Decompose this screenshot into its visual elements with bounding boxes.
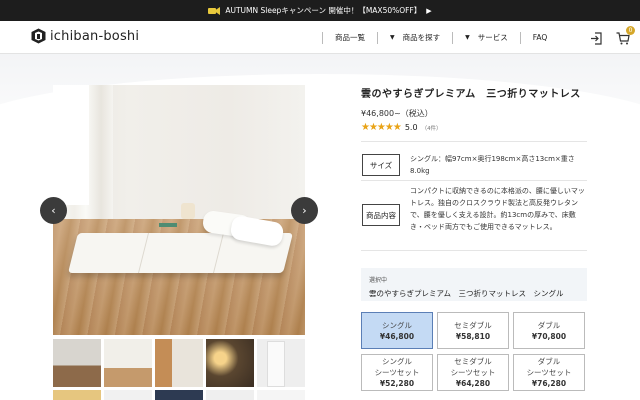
nav-label: サービス	[477, 33, 508, 42]
variant-name: シングル シーツセット	[374, 357, 420, 377]
mattress-seam	[213, 233, 224, 273]
gallery-next-button[interactable]: ›	[291, 197, 318, 224]
cart-count-badge: 0	[626, 26, 635, 35]
variant-price: ¥76,280	[531, 379, 567, 388]
site-header: ichiban-boshi 商品一覧 ▼ 商品を探す ▼ サービス FAQ 0	[0, 21, 640, 54]
promo-banner[interactable]: AUTUMN Sleepキャンペーン 開催中！【MAX50%OFF】 ▶	[0, 0, 640, 21]
variant-price: ¥70,800	[531, 331, 567, 341]
nav-divider	[377, 31, 378, 44]
product-title: 雲のやすらぎプレミアム 三つ折りマットレス	[361, 89, 581, 100]
product-details: 雲のやすらぎプレミアム 三つ折りマットレス ¥46,800~（税込） ★★★★★…	[361, 85, 587, 391]
thumbnail[interactable]	[53, 390, 101, 400]
review-count: （4件）	[421, 125, 442, 132]
login-icon[interactable]	[590, 30, 603, 49]
nav-item-faq[interactable]: FAQ	[533, 21, 548, 54]
caret-down-icon: ▼	[465, 34, 470, 41]
header-icons: 0	[590, 26, 635, 49]
content-label: 商品内容	[362, 204, 400, 226]
thumbnail[interactable]	[206, 339, 254, 387]
divider	[361, 250, 587, 251]
nav-divider	[452, 31, 454, 44]
variant-name: ダブル	[537, 320, 561, 330]
cart-icon[interactable]: 0	[616, 26, 635, 49]
logo-mark-icon	[31, 28, 46, 44]
product-price: ¥46,800~（税込）	[361, 109, 433, 118]
selected-value: 雲のやすらぎプレミアム 三つ折りマットレス シングル	[369, 289, 564, 298]
nav-divider	[322, 31, 323, 44]
variant-option[interactable]: シングル ¥46,800	[361, 312, 433, 349]
thumbnail[interactable]	[53, 339, 101, 387]
image-lamp	[181, 203, 195, 219]
nav-label: FAQ	[532, 33, 548, 42]
main-nav: 商品一覧 ▼ 商品を探す ▼ サービス FAQ	[310, 21, 547, 54]
nav-item-services[interactable]: ▼ サービス	[465, 21, 508, 54]
image-window	[53, 85, 89, 205]
nav-label: 商品一覧	[335, 33, 365, 42]
chevron-right-icon: ›	[302, 204, 307, 217]
gallery-prev-button[interactable]: ‹	[40, 197, 67, 224]
size-text: シングル：幅97cm×奥行198cm×高さ13cm×重さ8.0kg	[410, 155, 575, 175]
selected-variant-box: 選択中 雲のやすらぎプレミアム 三つ折りマットレス シングル	[361, 268, 587, 301]
nav-item-products[interactable]: 商品一覧	[335, 21, 365, 54]
star-rating-icon: ★★★★★	[361, 122, 402, 133]
thumbnail[interactable]	[104, 390, 152, 400]
nav-label: 商品を探す	[402, 33, 441, 42]
divider	[361, 141, 587, 142]
variant-option[interactable]: セミダブル シーツセット ¥64,280	[437, 354, 509, 391]
image-book	[159, 223, 177, 227]
caret-down-icon: ▼	[390, 34, 395, 41]
variant-name: セミダブル シーツセット	[450, 357, 496, 377]
variant-name: セミダブル	[454, 320, 492, 330]
product-main-image[interactable]	[53, 85, 305, 335]
thumbnail-strip	[53, 339, 305, 400]
nav-divider	[519, 31, 521, 44]
nav-item-search[interactable]: ▼ 商品を探す	[390, 21, 440, 54]
variant-option[interactable]: ダブル シーツセット ¥76,280	[513, 354, 585, 391]
thumbnail[interactable]	[257, 339, 305, 387]
variant-price: ¥52,280	[379, 379, 415, 388]
content-text: コンパクトに収納できるのに本格派の、腰に優しいマットレス。独自のクロスクラウド製…	[410, 187, 585, 231]
play-arrow-icon: ▶	[426, 6, 432, 15]
variant-name: ダブル シーツセット	[526, 357, 572, 377]
variant-price: ¥64,280	[455, 379, 491, 388]
variant-options: シングル ¥46,800 セミダブル ¥58,810 ダブル ¥70,800 シ…	[361, 312, 587, 391]
product-rating[interactable]: ★★★★★ 5.0 （4件）	[361, 122, 442, 133]
size-label: サイズ	[362, 154, 400, 176]
variant-option[interactable]: セミダブル ¥58,810	[437, 312, 509, 349]
promo-text: AUTUMN Sleepキャンペーン 開催中！【MAX50%OFF】	[225, 6, 422, 15]
thumbnail[interactable]	[257, 390, 305, 400]
rating-value: 5.0	[404, 123, 418, 132]
selected-caption: 選択中	[369, 277, 388, 284]
thumbnail[interactable]	[206, 390, 254, 400]
thumbnail[interactable]	[155, 390, 203, 400]
thumbnail[interactable]	[104, 339, 152, 387]
variant-price: ¥58,810	[455, 331, 491, 341]
variant-option[interactable]: ダブル ¥70,800	[513, 312, 585, 349]
variant-option[interactable]: シングル シーツセット ¥52,280	[361, 354, 433, 391]
variant-price: ¥46,800	[379, 331, 415, 341]
megaphone-icon	[208, 6, 221, 15]
site-logo[interactable]: ichiban-boshi	[31, 28, 139, 44]
chevron-left-icon: ‹	[51, 204, 56, 217]
thumbnail[interactable]	[155, 339, 203, 387]
divider	[361, 180, 587, 181]
logo-text: ichiban-boshi	[50, 28, 140, 44]
variant-name: シングル	[382, 320, 412, 330]
mattress-seam	[138, 233, 149, 273]
